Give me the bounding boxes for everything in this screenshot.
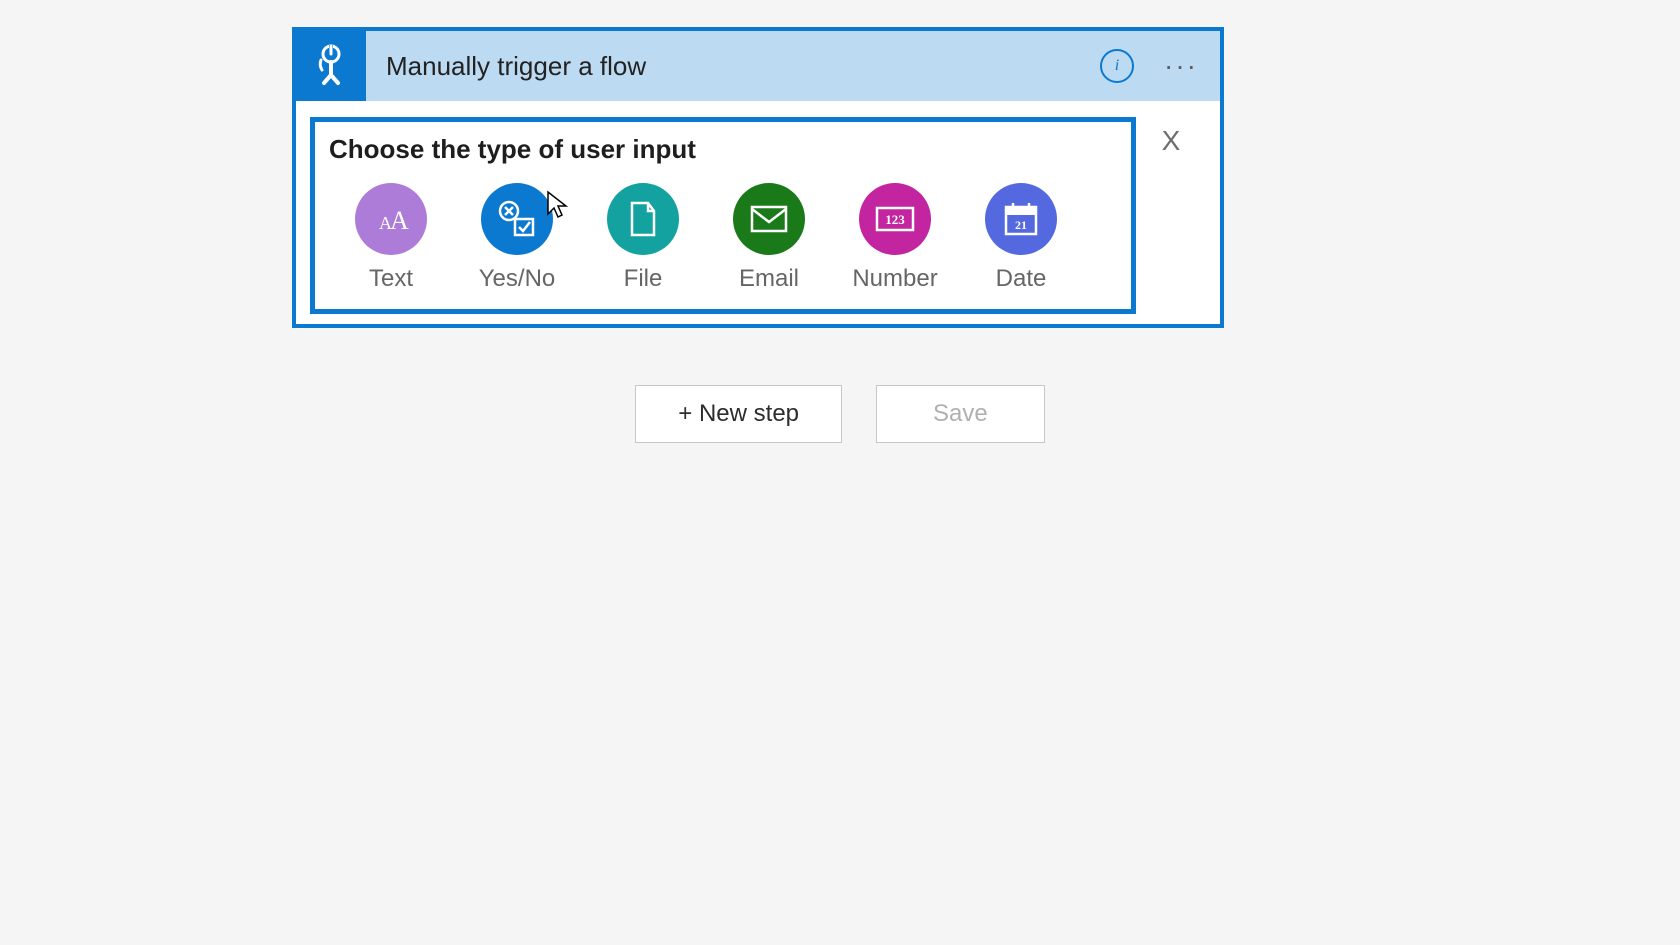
- panel-title: Choose the type of user input: [327, 134, 1119, 165]
- input-options-row: A A Text: [327, 183, 1119, 293]
- file-icon: [607, 183, 679, 255]
- svg-text:21: 21: [1015, 218, 1027, 232]
- more-menu-icon[interactable]: ···: [1164, 52, 1198, 80]
- number-icon: 123: [859, 183, 931, 255]
- input-option-number[interactable]: 123 Number: [859, 183, 931, 293]
- card-title: Manually trigger a flow: [386, 51, 1100, 82]
- trigger-brand-icon: [296, 31, 366, 101]
- option-label: Yes/No: [479, 265, 556, 293]
- text-icon: A A: [355, 183, 427, 255]
- info-icon[interactable]: i: [1100, 49, 1134, 83]
- card-header: Manually trigger a flow i ···: [296, 31, 1220, 101]
- input-option-file[interactable]: File: [607, 183, 679, 293]
- email-icon: [733, 183, 805, 255]
- close-panel-button[interactable]: X: [1136, 117, 1206, 157]
- new-step-button[interactable]: + New step: [635, 385, 842, 443]
- option-label: File: [624, 265, 663, 293]
- header-actions: i ···: [1100, 49, 1220, 83]
- input-option-date[interactable]: 21 Date: [985, 183, 1057, 293]
- trigger-card: Manually trigger a flow i ··· Choose the…: [292, 27, 1224, 328]
- option-label: Email: [739, 265, 799, 293]
- input-option-email[interactable]: Email: [733, 183, 805, 293]
- option-label: Text: [369, 265, 413, 293]
- yesno-icon: [481, 183, 553, 255]
- card-body: Choose the type of user input A A Text: [296, 101, 1220, 324]
- svg-text:A: A: [390, 206, 409, 235]
- input-option-yesno[interactable]: Yes/No: [481, 183, 553, 293]
- input-option-text[interactable]: A A Text: [355, 183, 427, 293]
- action-bar: + New step Save: [0, 385, 1680, 443]
- option-label: Number: [852, 265, 937, 293]
- save-button: Save: [876, 385, 1045, 443]
- date-icon: 21: [985, 183, 1057, 255]
- input-type-panel: Choose the type of user input A A Text: [310, 117, 1136, 314]
- option-label: Date: [996, 265, 1047, 293]
- svg-text:123: 123: [885, 212, 905, 227]
